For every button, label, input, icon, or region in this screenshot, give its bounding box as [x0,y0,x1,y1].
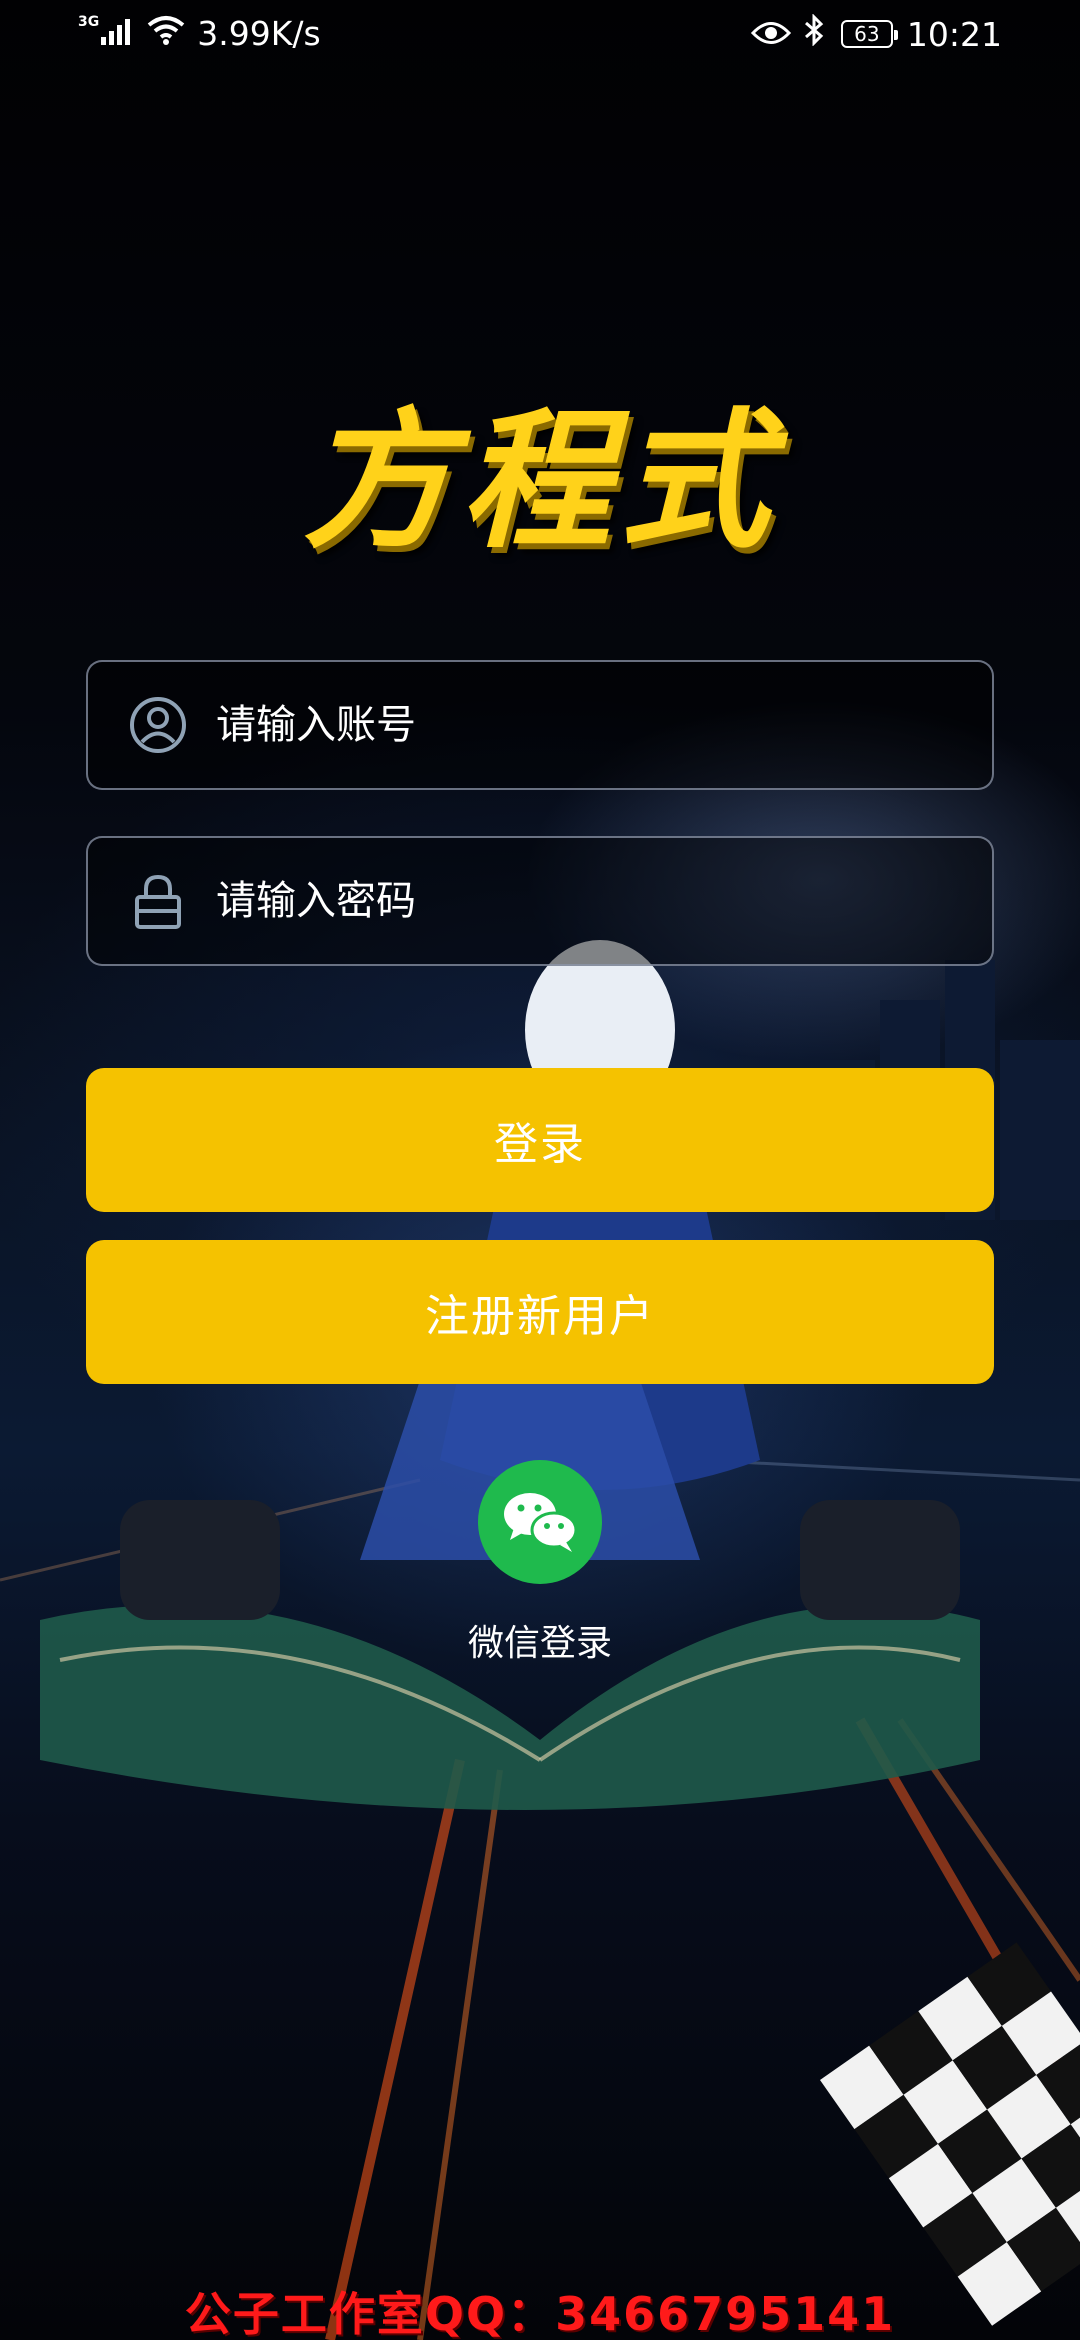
network-speed: 3.99K/s [197,14,321,53]
lock-icon [135,874,181,929]
eye-icon [750,15,791,54]
wechat-icon [504,1493,578,1552]
wechat-login-label: 微信登录 [467,1623,612,1664]
password-input[interactable] [214,877,918,925]
register-button[interactable]: 注册新用户 [86,1240,994,1384]
status-bar-right: 63 10:21 [750,13,1002,54]
battery-level: 63 [854,22,880,46]
app-title: 方程式 [302,395,777,569]
user-icon [130,697,186,753]
clock: 10:21 [906,14,1002,54]
password-field[interactable] [86,836,994,966]
signal-icon [101,14,135,53]
status-bar-left: 3G 3.99K/s [78,13,321,54]
bluetooth-icon [803,13,825,54]
status-bar: 3G 3.99K/s 63 10:21 [0,0,1080,72]
login-screen: 3G 3.99K/s 63 10:21 方程式 请输入账号 登录 注册新用户 微… [0,0,1080,2340]
account-input[interactable] [214,701,918,749]
wechat-login-button[interactable] [478,1460,602,1584]
battery-icon: 63 [840,20,898,48]
contact-text: 公子工作室QQ：3466795141 [184,2287,896,2340]
login-button[interactable]: 登录 [86,1068,994,1212]
network-type: 3G [78,13,100,30]
wifi-icon [147,14,185,53]
account-field[interactable] [86,660,994,790]
checkered-flag [820,1942,1080,2326]
